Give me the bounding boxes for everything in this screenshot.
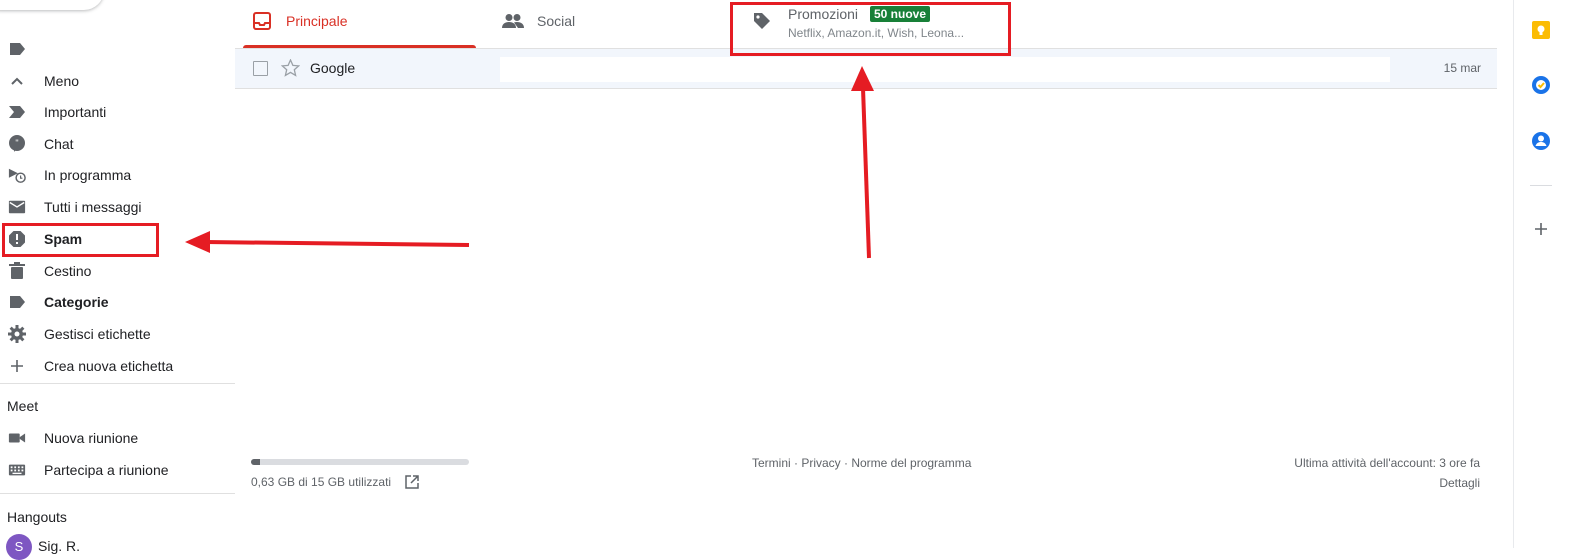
arrow-to-promozioni — [851, 66, 874, 259]
arrow-to-spam — [185, 231, 470, 253]
annotation-arrows — [185, 66, 874, 259]
